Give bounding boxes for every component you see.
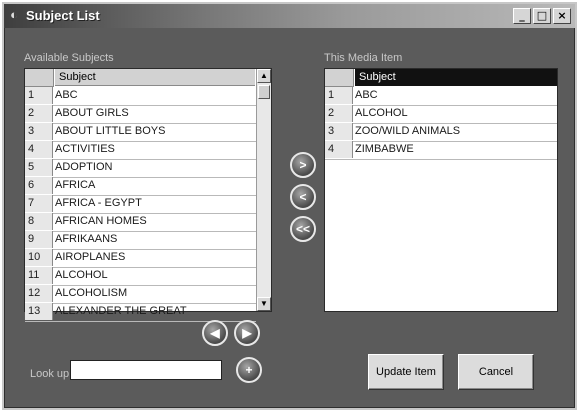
row-header-corner bbox=[25, 69, 54, 87]
lookup-input[interactable] bbox=[70, 360, 222, 380]
row-number: 2 bbox=[325, 105, 353, 122]
close-button[interactable]: × bbox=[553, 8, 571, 24]
row-number: 8 bbox=[25, 213, 53, 230]
row-number: 6 bbox=[25, 177, 53, 194]
available-subjects-grid[interactable]: Subject ▲ ▼ 1 ABC 2 ABOUT GIRLS 3 ABOUT LITTL… bbox=[24, 68, 272, 322]
table-row[interactable]: 2 ABOUT GIRLS bbox=[25, 105, 256, 124]
table-row[interactable]: 12 ALCOHOLISM bbox=[25, 285, 256, 304]
media-item-label: This Media Item bbox=[324, 52, 403, 64]
table-row[interactable]: 4 ACTIVITIES bbox=[25, 141, 256, 160]
row-number: 2 bbox=[25, 105, 53, 122]
subject-cell: ALCOHOL bbox=[355, 107, 408, 119]
previous-page-button[interactable]: ◀ bbox=[202, 320, 228, 346]
subject-cell: ALEXANDER THE GREAT bbox=[55, 305, 187, 317]
subject-cell: ZOO/WILD ANIMALS bbox=[355, 125, 461, 137]
scroll-down-arrow-icon[interactable]: ▼ bbox=[257, 297, 271, 311]
remove-subject-button[interactable]: < bbox=[290, 184, 316, 210]
row-number: 9 bbox=[25, 231, 53, 248]
table-row[interactable]: 2 ALCOHOL bbox=[325, 105, 557, 124]
subject-cell: AFRICA - EGYPT bbox=[55, 197, 142, 209]
table-row[interactable]: 4 ZIMBABWE bbox=[325, 141, 557, 160]
window-title: Subject List bbox=[26, 8, 100, 23]
row-number: 4 bbox=[25, 141, 53, 158]
table-row[interactable]: 8 AFRICAN HOMES bbox=[25, 213, 256, 232]
row-number: 4 bbox=[325, 141, 353, 158]
table-row[interactable]: 1 ABC bbox=[325, 87, 557, 106]
subject-cell: ALCOHOL bbox=[55, 269, 108, 281]
table-row[interactable]: 6 AFRICA bbox=[25, 177, 256, 196]
maximize-button[interactable]: □ bbox=[533, 8, 551, 24]
title-bar[interactable]: ◐ Subject List _ □ × bbox=[4, 4, 575, 28]
row-number: 7 bbox=[25, 195, 53, 212]
row-number: 3 bbox=[25, 123, 53, 140]
table-row[interactable]: 3 ABOUT LITTLE BOYS bbox=[25, 123, 256, 142]
subject-cell: ABOUT LITTLE BOYS bbox=[55, 125, 166, 137]
remove-all-subjects-button[interactable]: << bbox=[290, 216, 316, 242]
subject-cell: ADOPTION bbox=[55, 161, 113, 173]
subject-cell: ABC bbox=[55, 89, 78, 101]
table-row[interactable]: 1 ABC bbox=[25, 87, 256, 106]
subject-cell: ABC bbox=[355, 89, 378, 101]
row-number: 10 bbox=[25, 249, 53, 266]
table-row[interactable]: 11 ALCOHOL bbox=[25, 267, 256, 286]
scroll-thumb[interactable] bbox=[258, 85, 270, 99]
add-subject-button[interactable]: > bbox=[290, 152, 316, 178]
subject-cell: AIROPLANES bbox=[55, 251, 126, 263]
minimize-button[interactable]: _ bbox=[513, 8, 531, 24]
update-item-button[interactable]: Update Item bbox=[368, 354, 444, 390]
table-row[interactable]: 3 ZOO/WILD ANIMALS bbox=[325, 123, 557, 142]
row-number: 3 bbox=[325, 123, 353, 140]
subject-cell: ACTIVITIES bbox=[55, 143, 115, 155]
row-number: 11 bbox=[25, 267, 53, 284]
app-icon: ◐ bbox=[10, 7, 18, 22]
row-number: 5 bbox=[25, 159, 53, 176]
table-row[interactable]: 5 ADOPTION bbox=[25, 159, 256, 178]
subject-cell: ZIMBABWE bbox=[355, 143, 414, 155]
row-number: 13 bbox=[25, 303, 53, 320]
subject-cell: ALCOHOLISM bbox=[55, 287, 128, 299]
subject-cell: ABOUT GIRLS bbox=[55, 107, 129, 119]
column-header-subject[interactable]: Subject bbox=[55, 69, 255, 86]
column-header-subject[interactable]: Subject bbox=[355, 69, 557, 86]
table-row[interactable]: 13 ALEXANDER THE GREAT bbox=[25, 303, 256, 322]
media-item-subjects-grid[interactable]: Subject 1 ABC 2 ALCOHOL 3 ZOO/WILD ANIMALS 4 ZI… bbox=[324, 68, 558, 312]
row-number: 1 bbox=[325, 87, 353, 104]
subject-cell: AFRICAN HOMES bbox=[55, 215, 147, 227]
subject-list-window: ◐ Subject List _ □ × Available Subjects … bbox=[2, 2, 577, 410]
subject-cell: AFRIKAANS bbox=[55, 233, 118, 245]
next-page-button[interactable]: ▶ bbox=[234, 320, 260, 346]
available-vertical-scrollbar[interactable]: ▲ ▼ bbox=[256, 69, 271, 311]
lookup-label: Look up bbox=[30, 368, 70, 380]
row-number: 1 bbox=[25, 87, 53, 104]
cancel-button[interactable]: Cancel bbox=[458, 354, 534, 390]
add-lookup-button[interactable]: + bbox=[236, 357, 262, 383]
row-header-corner bbox=[325, 69, 354, 87]
subject-cell: AFRICA bbox=[55, 179, 96, 191]
table-row[interactable]: 7 AFRICA - EGYPT bbox=[25, 195, 256, 214]
table-row[interactable]: 10 AIROPLANES bbox=[25, 249, 256, 268]
row-number: 12 bbox=[25, 285, 53, 302]
scroll-up-arrow-icon[interactable]: ▲ bbox=[257, 69, 271, 83]
table-row[interactable]: 9 AFRIKAANS bbox=[25, 231, 256, 250]
available-subjects-label: Available Subjects bbox=[24, 52, 114, 64]
